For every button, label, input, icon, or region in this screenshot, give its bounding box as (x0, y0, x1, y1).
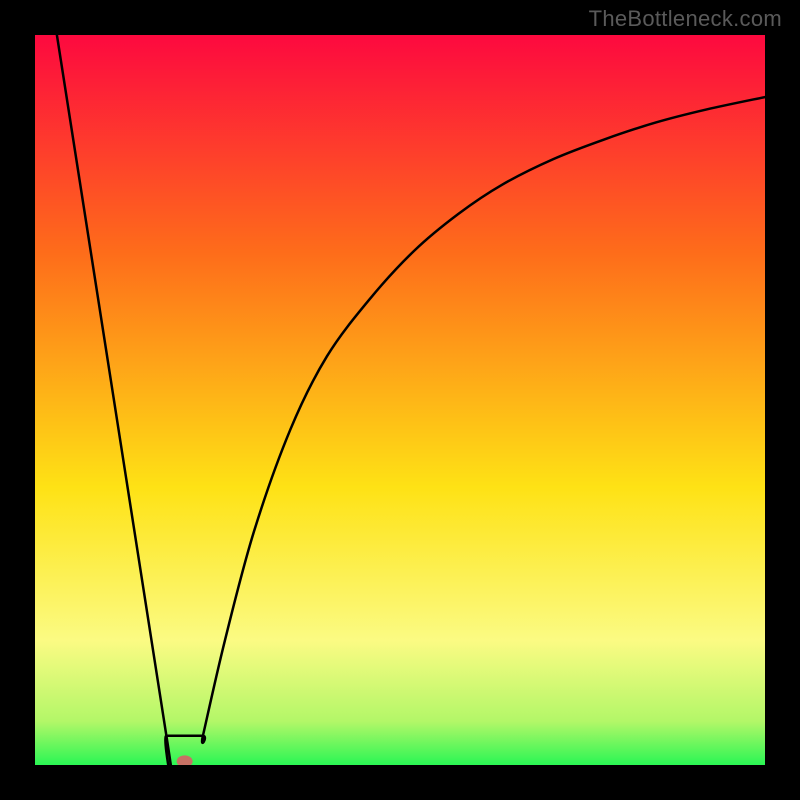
gradient-background (35, 35, 765, 765)
plot-area (35, 35, 765, 765)
watermark-text: TheBottleneck.com (589, 6, 782, 32)
chart-frame: TheBottleneck.com (0, 0, 800, 800)
chart-svg (35, 35, 765, 765)
